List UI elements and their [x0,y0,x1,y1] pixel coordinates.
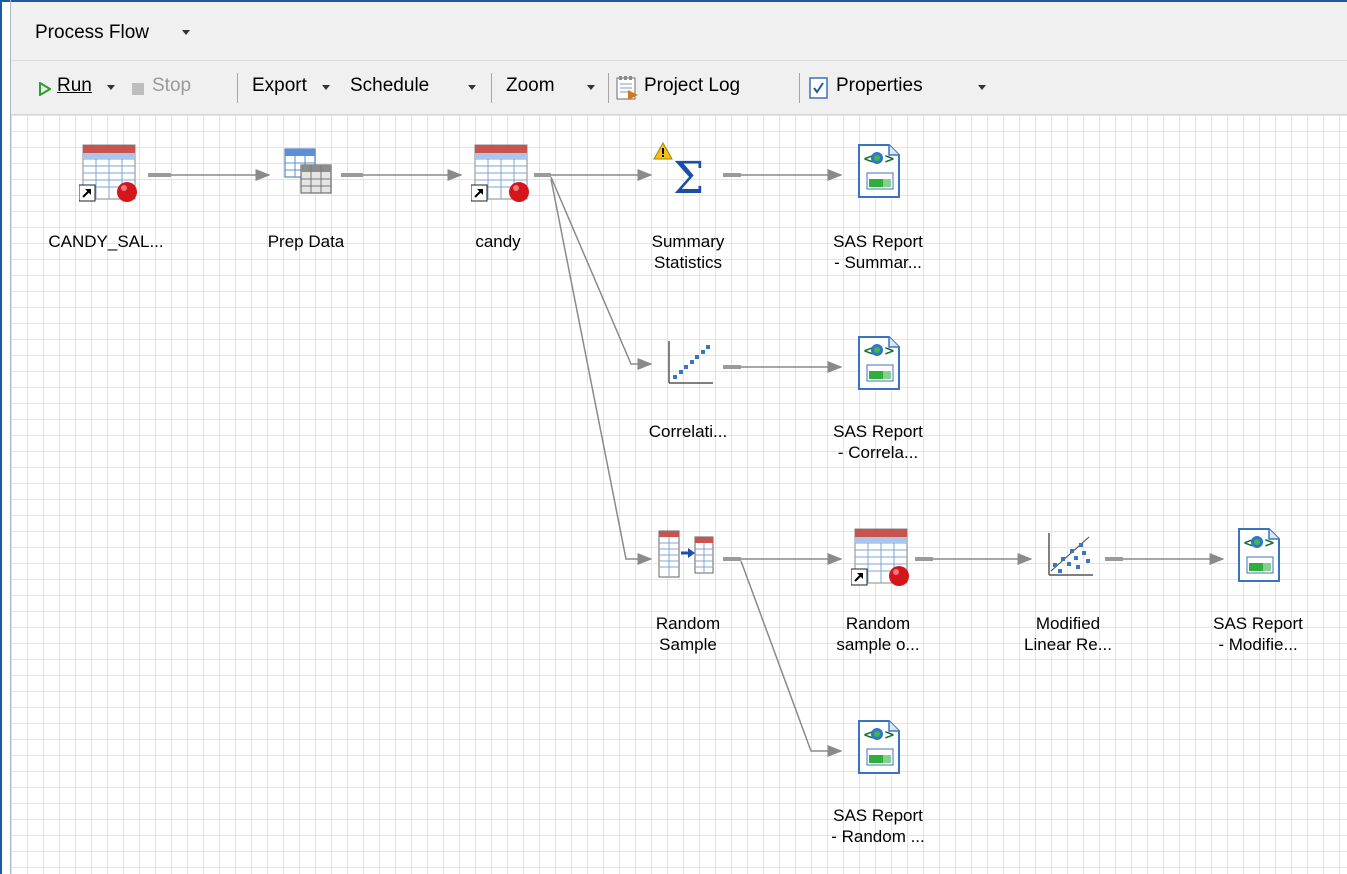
node-label: CANDY_SAL... [48,232,164,251]
node-label-line-1: SAS Report [833,232,923,251]
stop-button[interactable]: Stop [152,75,191,97]
node-label-line-1: Random [655,614,721,633]
export-button[interactable]: Export [252,75,307,97]
svg-text:>: > [884,728,895,743]
sas-report-icon: < > [858,144,900,198]
node-correlations[interactable]: Correlati... [613,333,763,443]
node-report-correlations[interactable]: < > SAS Report - Correla... [803,333,953,473]
data-table-icon [471,144,529,202]
stop-icon [132,83,144,95]
toolbar: Run Stop Export Schedule Zoom Project Lo… [11,61,1347,115]
node-label-line-1: SAS Report [833,422,923,441]
node-label-line-2: sample o... [836,635,920,654]
run-icon[interactable] [39,82,51,96]
node-label-line-1: SAS Report [833,806,923,825]
svg-text:>: > [884,344,895,359]
node-label-line-1: Random [845,614,911,633]
correlation-icon [668,341,713,384]
properties-icon[interactable] [808,76,830,100]
node-report-random[interactable]: < > SAS Report - Random ... [803,717,953,857]
run-label: Run [57,75,92,96]
svg-text:Σ: Σ [673,153,704,203]
toolbar-separator [608,73,609,103]
node-label-line-1: Summary [651,232,725,251]
query-builder-icon [284,148,332,194]
zoom-dropdown-caret-icon[interactable] [587,85,595,90]
data-table-icon [851,528,909,586]
node-label-line-2: Statistics [653,253,723,272]
node-random-sample[interactable]: Random Sample [613,525,763,665]
node-label: Prep Data [267,232,345,251]
svg-text:>: > [884,152,895,167]
run-dropdown-caret-icon[interactable] [107,85,115,90]
data-table-icon [79,144,137,202]
node-label-line-2: - Modifie... [1218,635,1298,654]
node-label-line-2: - Random ... [831,827,925,846]
schedule-button[interactable]: Schedule [350,75,429,97]
project-log-button[interactable]: Project Log [644,75,740,97]
export-dropdown-caret-icon[interactable] [322,85,330,90]
regression-icon [1048,533,1093,576]
title-dropdown-caret-icon[interactable] [182,30,190,35]
node-label-line-1: SAS Report [1213,614,1303,633]
svg-text:>: > [1264,536,1275,551]
node-candy-sales[interactable]: CANDY_SAL... [31,141,181,251]
process-flow-canvas[interactable]: CANDY_SAL... Prep Data candy Σ Summary S… [11,115,1347,874]
node-label-line-1: Modified [1035,614,1101,633]
node-label-line-2: Linear Re... [1024,635,1112,654]
sas-report-icon: < > [1238,528,1280,582]
sas-report-icon: < > [858,336,900,390]
node-candy[interactable]: candy [423,141,573,251]
toolbar-separator [491,73,492,103]
zoom-button[interactable]: Zoom [506,75,555,97]
title-bar: Process Flow [11,2,1347,61]
properties-dropdown-caret-icon[interactable] [978,85,986,90]
properties-button[interactable]: Properties [836,75,923,97]
node-report-modified[interactable]: < > SAS Report - Modifie... [1183,525,1333,665]
toolbar-separator [799,73,800,103]
window-title[interactable]: Process Flow [35,22,149,44]
node-modified-linear-regression[interactable]: Modified Linear Re... [993,525,1143,665]
project-log-icon[interactable] [615,75,639,101]
node-label-line-2: Sample [659,635,717,654]
node-label: candy [475,232,521,251]
random-sample-icon [658,530,714,578]
node-label-line-2: - Correla... [837,443,919,462]
node-summary-statistics[interactable]: Σ Summary Statistics [613,141,763,281]
schedule-dropdown-caret-icon[interactable] [468,85,476,90]
node-label: Correlati... [648,422,728,441]
node-random-sample-output[interactable]: Random sample o... [803,525,953,665]
node-prep-data[interactable]: Prep Data [231,141,381,251]
sigma-warning-icon: Σ [653,141,704,203]
run-button[interactable]: Run [57,75,92,97]
toolbar-separator [237,73,238,103]
node-report-summary[interactable]: < > SAS Report - Summar... [803,141,953,281]
node-label-line-2: - Summar... [834,253,922,272]
sas-report-icon: < > [858,720,900,774]
